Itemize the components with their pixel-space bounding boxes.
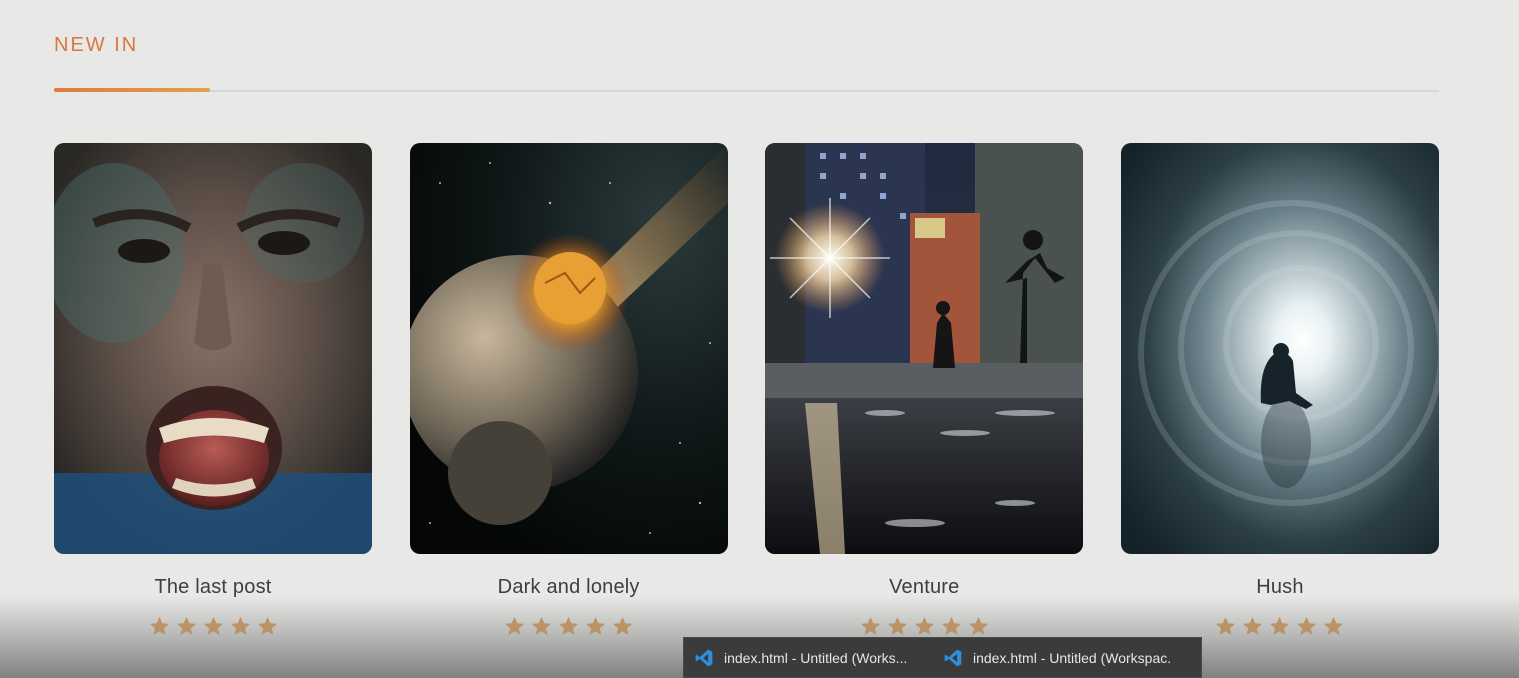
star-icon <box>940 615 963 638</box>
star-icon <box>256 615 279 638</box>
section-divider <box>54 88 1439 92</box>
card-image-planet-impact[interactable] <box>409 143 728 554</box>
star-rating <box>148 615 279 638</box>
post-card[interactable]: Hush <box>1120 143 1439 638</box>
card-title[interactable]: Hush <box>1256 576 1304 599</box>
star-icon <box>1322 615 1345 638</box>
taskbar-window-item[interactable]: index.html - Untitled (Workspac... <box>933 638 1182 677</box>
star-icon <box>1241 615 1264 638</box>
star-rating <box>503 615 634 638</box>
star-icon <box>1268 615 1291 638</box>
star-icon <box>503 615 526 638</box>
card-title[interactable]: Venture <box>889 576 959 599</box>
star-icon <box>175 615 198 638</box>
post-card[interactable]: Venture <box>765 143 1084 638</box>
card-image-city-alley[interactable] <box>765 143 1084 554</box>
star-icon <box>530 615 553 638</box>
star-icon <box>611 615 634 638</box>
card-grid: The last post Dark and lonely Venture Hu… <box>54 143 1439 638</box>
post-card[interactable]: Dark and lonely <box>409 143 728 638</box>
star-icon <box>202 615 225 638</box>
card-image-screaming-child[interactable] <box>54 143 372 554</box>
star-icon <box>557 615 580 638</box>
taskbar-window-preview: index.html - Untitled (Works... index.ht… <box>683 637 1202 678</box>
planet-impact-image <box>409 143 728 554</box>
vscode-icon <box>695 649 713 666</box>
taskbar-window-title: index.html - Untitled (Works... <box>724 649 908 666</box>
star-rating <box>1214 615 1345 638</box>
star-icon <box>967 615 990 638</box>
divider-accent <box>54 88 210 92</box>
star-icon <box>886 615 909 638</box>
card-title[interactable]: Dark and lonely <box>498 576 640 599</box>
star-icon <box>859 615 882 638</box>
star-icon <box>1214 615 1237 638</box>
star-icon <box>148 615 171 638</box>
card-image-tunnel-figure[interactable] <box>1120 143 1439 554</box>
section-title: NEW IN <box>54 34 139 56</box>
post-card[interactable]: The last post <box>54 143 372 638</box>
vscode-icon <box>944 649 962 666</box>
star-rating <box>859 615 990 638</box>
star-icon <box>584 615 607 638</box>
star-icon <box>913 615 936 638</box>
city-alley-image <box>765 143 1084 554</box>
taskbar-window-item[interactable]: index.html - Untitled (Works... <box>684 638 933 677</box>
tunnel-figure-image <box>1120 143 1439 554</box>
screaming-child-image <box>54 143 372 554</box>
star-icon <box>229 615 252 638</box>
card-title[interactable]: The last post <box>154 576 271 599</box>
star-icon <box>1295 615 1318 638</box>
page: NEW IN The last post Dark and lonely Ven… <box>0 0 1519 678</box>
taskbar-window-title: index.html - Untitled (Workspac... <box>973 649 1172 666</box>
